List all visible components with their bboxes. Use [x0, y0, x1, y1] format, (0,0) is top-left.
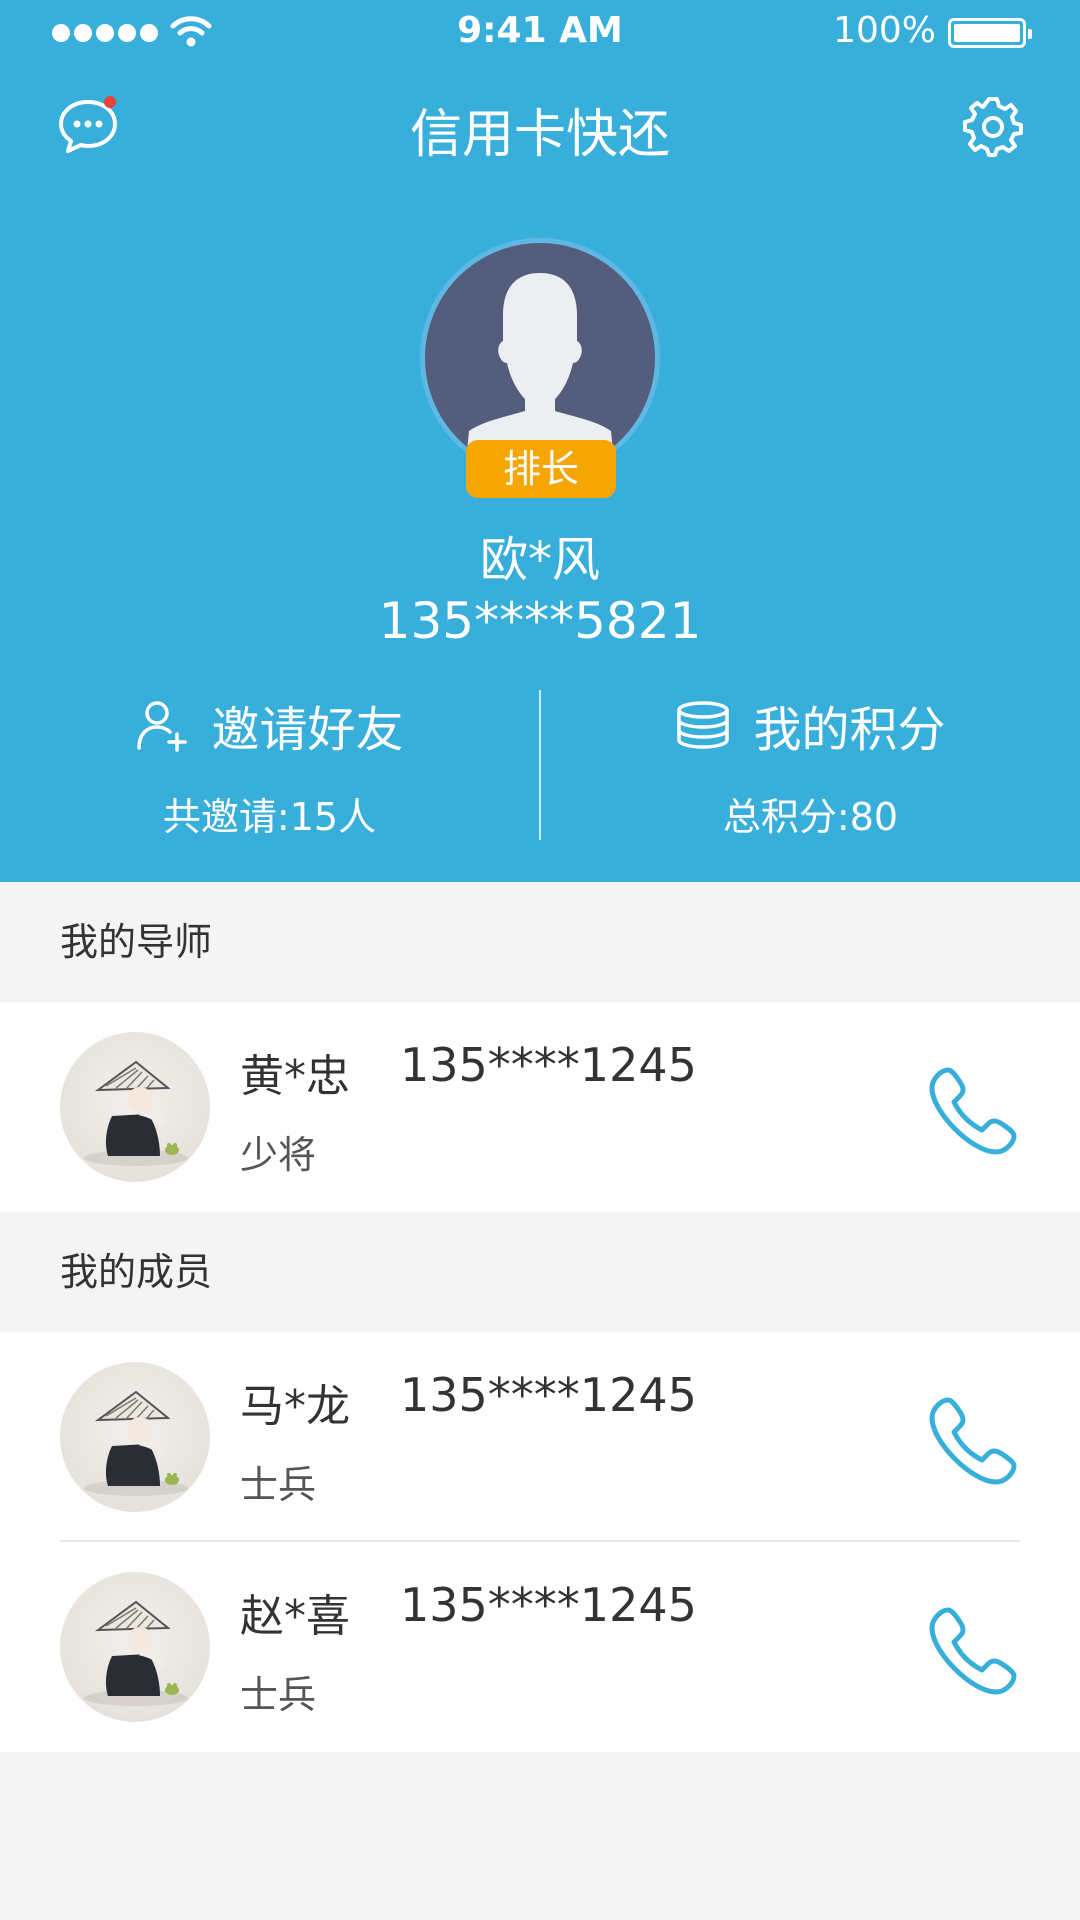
points-total: 总积分:80 [722, 795, 899, 839]
members-list: 马*龙 135****1245 士兵 赵*喜 135****1245 士兵 [0, 1332, 1080, 1752]
member-phone: 135****1245 [400, 1368, 697, 1422]
mentor-name: 黄*忠 [240, 1051, 350, 1102]
call-mentor-button[interactable] [926, 1062, 1022, 1158]
my-points-header: 我的积分 [541, 690, 1080, 760]
member-rank: 士兵 [240, 1463, 317, 1507]
page-title: 信用卡快还 [409, 105, 670, 165]
user-avatar[interactable]: 排长 [420, 238, 660, 502]
call-member-button[interactable] [926, 1602, 1022, 1698]
mentor-avatar [60, 1032, 210, 1182]
mentor-rank: 少将 [240, 1133, 317, 1177]
invite-friends-label: 邀请好友 [211, 702, 404, 758]
status-bar: 9:41 AM 100% [0, 0, 1080, 66]
settings-button[interactable] [962, 96, 1024, 158]
member-avatar [60, 1572, 210, 1722]
rank-badge: 排长 [466, 440, 616, 498]
phone-icon [929, 1607, 1017, 1695]
member-name: 赵*喜 [240, 1591, 350, 1642]
call-member-button[interactable] [926, 1392, 1022, 1488]
invite-count: 共邀请:15人 [162, 795, 377, 839]
members-section-title: 我的成员 [0, 1212, 1080, 1332]
gear-icon [963, 97, 1023, 157]
mentor-phone: 135****1245 [400, 1038, 697, 1092]
member-rank: 士兵 [240, 1673, 317, 1717]
battery-percentage: 100% [833, 10, 936, 51]
monk-avatar-icon [84, 1060, 188, 1166]
battery-icon [948, 18, 1032, 48]
mentor-section-title: 我的导师 [0, 882, 1080, 1002]
mentor-row[interactable]: 黄*忠 135****1245 少将 [0, 1002, 1080, 1212]
member-row[interactable]: 马*龙 135****1245 士兵 [0, 1332, 1080, 1542]
invite-friends-header: 邀请好友 [0, 690, 539, 760]
invite-friends-button[interactable]: 邀请好友 共邀请:15人 [0, 690, 539, 840]
user-name: 欧*风 [479, 532, 600, 588]
my-points-button[interactable]: 我的积分 总积分:80 [541, 690, 1080, 840]
monk-avatar-icon [84, 1600, 188, 1706]
mentor-list: 黄*忠 135****1245 少将 [0, 1002, 1080, 1212]
member-name: 马*龙 [240, 1381, 350, 1432]
member-row[interactable]: 赵*喜 135****1245 士兵 [0, 1542, 1080, 1752]
member-phone: 135****1245 [400, 1578, 697, 1632]
monk-avatar-icon [84, 1390, 188, 1496]
add-user-icon [137, 701, 188, 752]
phone-icon [929, 1397, 1017, 1485]
phone-icon [929, 1067, 1017, 1155]
user-phone: 135****5821 [378, 592, 702, 650]
member-avatar [60, 1362, 210, 1512]
my-points-label: 我的积分 [753, 702, 946, 758]
profile-header: 9:41 AM 100% 信用卡快还 排长 欧*风 135****5821 邀请… [0, 0, 1080, 882]
coin-stack-icon [677, 701, 730, 749]
user-silhouette-icon [465, 273, 615, 473]
